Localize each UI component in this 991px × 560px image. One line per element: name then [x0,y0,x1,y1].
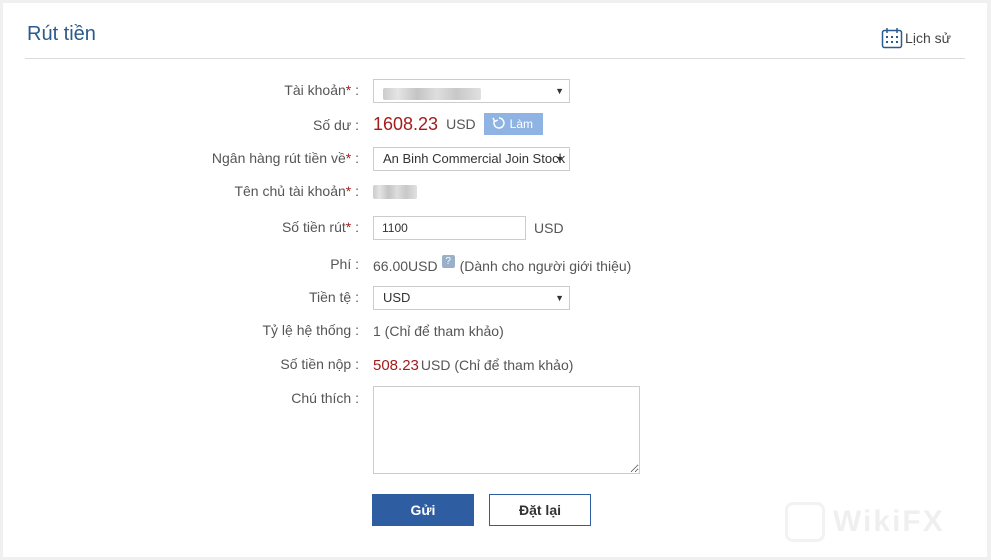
page-title: Rút tiền [27,23,96,45]
help-icon[interactable]: ? [441,254,455,268]
account-select[interactable]: ▼ [373,79,570,103]
reset-button[interactable]: Đặt lại [489,494,591,526]
note-label: Chú thích : [291,390,359,406]
calendar-icon [881,27,903,49]
bank-select-value: An Binh Commercial Join Stock [383,151,566,166]
watermark-mark [785,502,825,542]
holder-label: Tên chủ tài khoản* : [234,183,359,199]
history-label: Lịch sử [905,30,951,46]
chevron-down-icon: ▼ [555,86,564,96]
account-value-redacted [383,88,481,101]
refresh-icon [491,116,506,133]
balance-row: Số dư : 1608.23 USD Làm [3,111,987,137]
bank-select[interactable]: An Binh Commercial Join Stock ▼ [373,147,570,171]
header-divider [25,58,965,59]
deposit-amount: 508.23 [373,356,419,374]
rate-label: Tỷ lệ hệ thống : [262,322,359,338]
balance-unit: USD [446,116,476,132]
amount-unit: USD [534,220,564,236]
deposit-row: Số tiền nộp : 508.23 USD (Chỉ để tham kh… [3,352,987,378]
account-row: Tài khoản* : ▼ [3,78,987,104]
history-link[interactable]: Lịch sử [881,27,951,49]
amount-input[interactable] [373,216,526,240]
amount-label: Số tiền rút* : [281,219,359,235]
chevron-down-icon: ▼ [555,154,564,164]
watermark-text: WikiFX [833,505,945,538]
currency-row: Tiền tệ : USD ▼ [3,285,987,311]
deposit-suffix: USD (Chỉ để tham khảo) [420,357,574,373]
bank-label: Ngân hàng rút tiền về* : [211,150,359,166]
rate-value: 1 (Chỉ để tham khảo) [373,323,504,339]
refresh-button[interactable]: Làm [483,113,543,135]
fee-row: Phí : 66.00USD ? (Dành cho người giới th… [3,252,987,278]
refresh-label: Làm [509,117,533,131]
bank-row: Ngân hàng rút tiền về* : An Binh Commerc… [3,146,987,172]
submit-button[interactable]: Gửi [372,494,474,526]
withdraw-panel: Rút tiền Lịch sử Tài khoản* : ▼ Số dư: … [3,3,987,557]
fee-note: (Dành cho người giới thiệu) [459,258,632,274]
currency-select-value: USD [383,290,411,305]
account-label: Tài khoản* : [284,82,359,98]
chevron-down-icon: ▼ [555,293,564,303]
currency-select[interactable]: USD ▼ [373,286,570,310]
holder-row: Tên chủ tài khoản* : [3,179,987,205]
amount-row: Số tiền rút* : USD [3,215,987,241]
fee-label: Phí : [330,256,359,272]
rate-row: Tỷ lệ hệ thống : 1 (Chỉ để tham khảo) [3,318,987,344]
currency-label: Tiền tệ : [308,289,359,305]
note-textarea[interactable] [373,386,640,474]
watermark-logo: WikiFX [785,497,975,547]
deposit-label: Số tiền nộp : [280,356,359,372]
fee-value: 66.00USD [373,258,438,274]
required-mark: * [345,82,352,98]
note-row: Chú thích : [3,386,987,476]
holder-value-redacted [373,185,417,199]
balance-amount: 1608.23 [373,113,439,134]
balance-label: Số dư : [313,117,359,133]
